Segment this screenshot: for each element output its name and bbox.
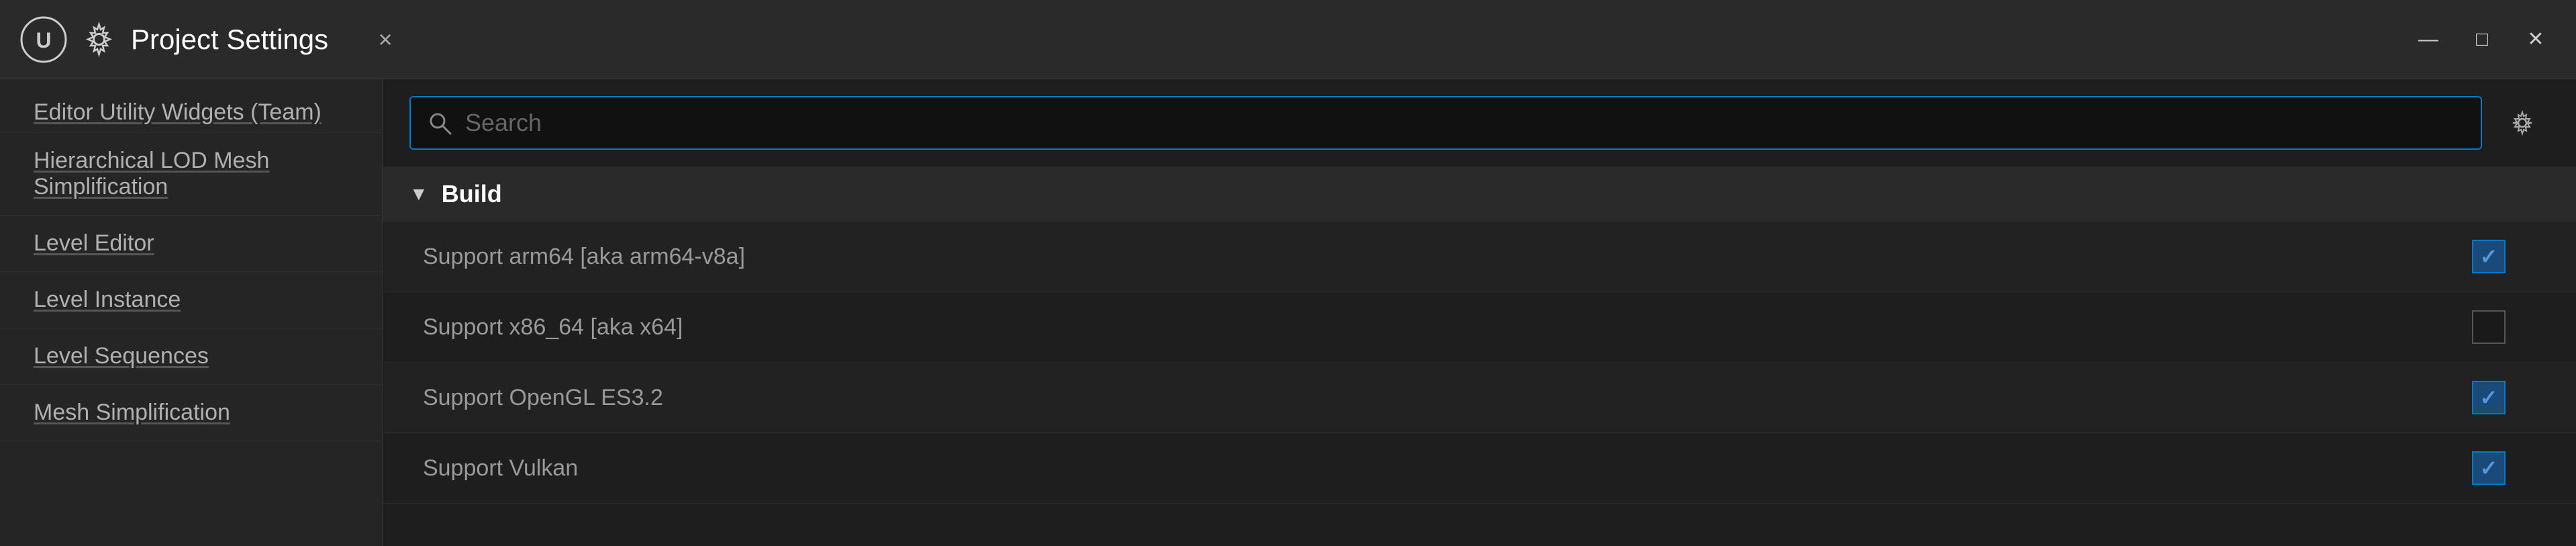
sidebar: Editor Utility Widgets (Team) Hierarchic… [0,79,383,546]
search-bar-container [383,79,2576,167]
window-controls: — □ ✕ [2408,23,2556,56]
setting-label-support-vulkan: Support Vulkan [423,455,2469,482]
settings-row: Support OpenGL ES3.2 [383,363,2576,433]
settings-row: Support arm64 [aka arm64-v8a] [383,222,2576,292]
minimize-button[interactable]: — [2408,23,2448,56]
settings-gear-icon [81,21,117,58]
close-window-button[interactable]: ✕ [2516,23,2556,56]
build-section-header: ▼ Build [383,167,2576,222]
checkbox-support-arm64[interactable] [2472,240,2506,273]
checkbox-support-opengl-es32[interactable] [2472,381,2506,414]
maximize-button[interactable]: □ [2462,23,2502,56]
checkbox-container-support-vulkan[interactable] [2469,448,2509,488]
settings-gear-button[interactable] [2495,96,2549,150]
sidebar-item-level-sequences[interactable]: Level Sequences [0,328,382,385]
svg-text:U: U [36,28,51,52]
checkbox-container-support-x86-64[interactable] [2469,307,2509,347]
ue-logo-icon: U [20,16,67,63]
search-input[interactable] [465,109,2464,137]
sidebar-item-editor-utility-widgets[interactable]: Editor Utility Widgets (Team) [0,93,382,133]
checkbox-support-x86-64[interactable] [2472,310,2506,344]
setting-label-support-arm64: Support arm64 [aka arm64-v8a] [423,244,2469,270]
settings-row: Support Vulkan [383,433,2576,504]
search-icon [428,111,452,135]
setting-label-support-x86-64: Support x86_64 [aka x64] [423,314,2469,340]
title-bar: U Project Settings × — □ ✕ [0,0,2576,79]
sidebar-item-mesh-simplification[interactable]: Mesh Simplification [0,385,382,441]
right-panel: ▼ Build Support arm64 [aka arm64-v8a]Sup… [383,79,2576,546]
main-content: Editor Utility Widgets (Team) Hierarchic… [0,79,2576,546]
sidebar-item-level-instance[interactable]: Level Instance [0,272,382,328]
checkbox-support-vulkan[interactable] [2472,451,2506,485]
setting-label-support-opengl-es32: Support OpenGL ES3.2 [423,385,2469,411]
search-wrapper [409,96,2482,150]
settings-row: Support x86_64 [aka x64] [383,292,2576,363]
title-bar-left: U Project Settings × [20,16,402,63]
sidebar-item-level-editor[interactable]: Level Editor [0,216,382,272]
checkbox-container-support-opengl-es32[interactable] [2469,377,2509,418]
settings-rows-container: Support arm64 [aka arm64-v8a] Support x86… [383,222,2576,504]
section-chevron-icon: ▼ [409,183,428,205]
window-title: Project Settings [131,24,328,56]
sidebar-item-hierarchical-lod-mesh[interactable]: Hierarchical LOD Mesh Simplification [0,133,382,216]
settings-content: ▼ Build Support arm64 [aka arm64-v8a]Sup… [383,167,2576,546]
checkbox-container-support-arm64[interactable] [2469,236,2509,277]
gear-icon [2509,109,2536,136]
tab-close-button[interactable]: × [368,23,402,56]
build-section-title: Build [442,180,502,208]
